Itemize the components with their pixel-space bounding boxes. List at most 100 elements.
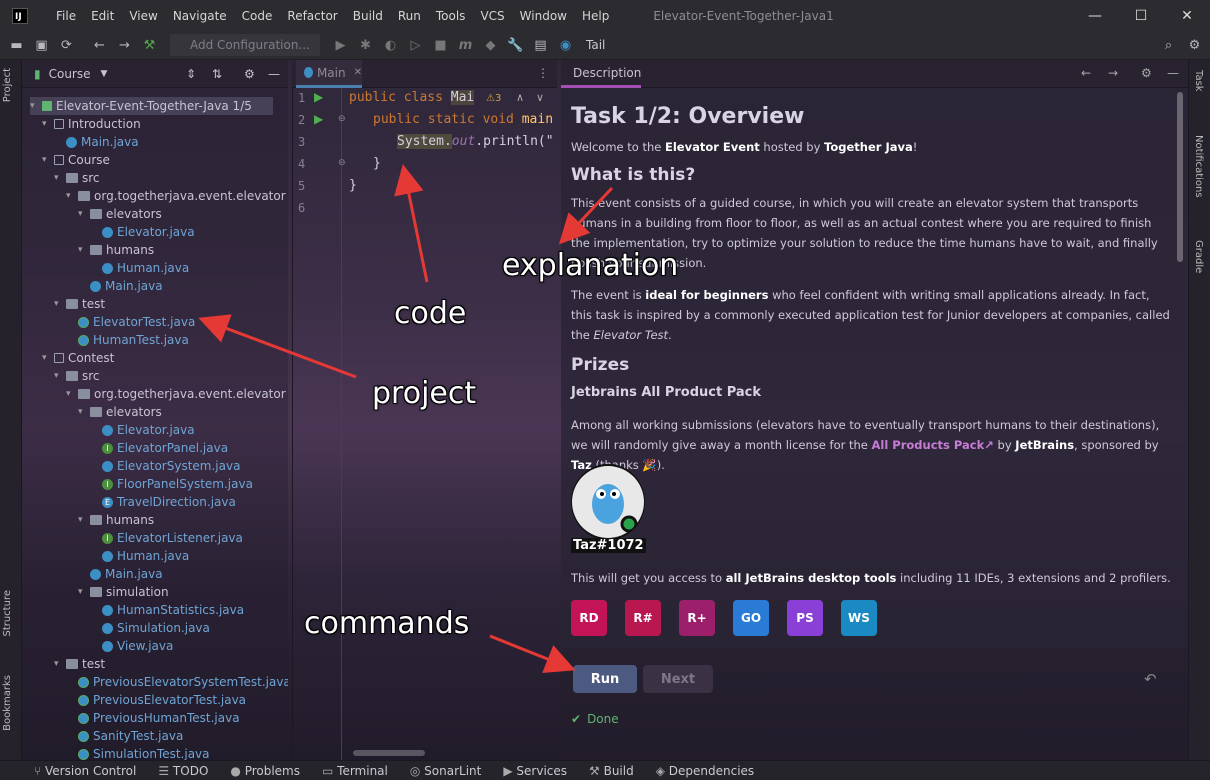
- expand-toggle-icon[interactable]: ▾: [42, 155, 54, 165]
- stop-icon[interactable]: ■: [428, 38, 453, 53]
- expand-toggle-icon[interactable]: ▾: [30, 101, 42, 111]
- fold-icon[interactable]: ⊖: [338, 114, 346, 124]
- tree-item[interactable]: ▾ Contest: [42, 349, 114, 367]
- code-line-3[interactable]: System.out.println(": [397, 134, 554, 149]
- wrench-icon[interactable]: 🔧: [503, 38, 528, 53]
- debug-icon[interactable]: ✱: [353, 38, 378, 53]
- tree-item[interactable]: ElevatorTest.java: [66, 313, 195, 331]
- chevron-down-icon[interactable]: ▼: [101, 69, 108, 79]
- tree-item[interactable]: ▾ src: [54, 169, 100, 187]
- statusbar-item[interactable]: ▶ Services: [503, 764, 567, 778]
- maximize-button[interactable]: ☐: [1118, 0, 1164, 31]
- expand-toggle-icon[interactable]: ▾: [78, 587, 90, 597]
- hide-panel-icon[interactable]: —: [1167, 66, 1179, 80]
- task-tool-tab[interactable]: Task: [1193, 70, 1204, 92]
- expand-toggle-icon[interactable]: ▾: [54, 659, 66, 669]
- structure-tool-tab[interactable]: Structure: [2, 590, 13, 637]
- expand-all-icon[interactable]: ⇅: [212, 67, 222, 81]
- tree-item[interactable]: ▾ Introduction: [42, 115, 141, 133]
- run-icon[interactable]: ▶: [328, 38, 353, 53]
- menu-item[interactable]: Code: [242, 9, 273, 23]
- statusbar-item[interactable]: ◈ Dependencies: [656, 764, 754, 778]
- tree-item[interactable]: ▾ src: [54, 367, 100, 385]
- previous-task-icon[interactable]: ←: [1081, 66, 1091, 80]
- tree-item[interactable]: ▾ elevators: [78, 205, 162, 223]
- menu-item[interactable]: Refactor: [287, 9, 337, 23]
- forward-icon[interactable]: →: [112, 38, 137, 53]
- close-tab-icon[interactable]: ✕: [354, 67, 362, 78]
- menu-item[interactable]: Build: [353, 9, 383, 23]
- run-button[interactable]: Run: [573, 665, 637, 693]
- run-main-gutter-icon[interactable]: ▶: [314, 112, 323, 126]
- add-configuration-dropdown[interactable]: Add Configuration...: [170, 34, 320, 56]
- tree-item[interactable]: Main.java: [54, 133, 139, 151]
- save-icon[interactable]: ▣: [29, 38, 54, 53]
- menu-item[interactable]: Tools: [436, 9, 466, 23]
- settings-gear-icon[interactable]: ⚙: [1182, 38, 1207, 53]
- tree-item[interactable]: Elevator.java: [90, 421, 195, 439]
- maven-icon[interactable]: m: [453, 38, 478, 53]
- horizontal-scrollbar[interactable]: [353, 750, 425, 756]
- tab-main[interactable]: Main ✕: [296, 60, 362, 88]
- tree-item[interactable]: Main.java: [78, 277, 163, 295]
- collapse-all-icon[interactable]: ⇕: [186, 67, 196, 81]
- notifications-tool-tab[interactable]: Notifications: [1193, 135, 1204, 198]
- panel-settings-icon[interactable]: ⚙: [1141, 66, 1152, 80]
- tail-icon[interactable]: ◉: [553, 38, 578, 53]
- menu-item[interactable]: VCS: [480, 9, 504, 23]
- expand-toggle-icon[interactable]: ▾: [54, 371, 66, 381]
- statusbar-item[interactable]: ▭ Terminal: [322, 764, 388, 778]
- fold-icon[interactable]: ⊖: [338, 158, 346, 168]
- more-tabs-icon[interactable]: ⋮: [537, 66, 549, 80]
- tree-item[interactable]: PreviousElevatorSystemTest.java: [66, 673, 288, 691]
- run-class-gutter-icon[interactable]: ▶: [314, 90, 323, 104]
- tree-item[interactable]: E TravelDirection.java: [90, 493, 236, 511]
- code-line-1[interactable]: public class Mai: [349, 90, 475, 105]
- tree-item[interactable]: Elevator.java: [90, 223, 195, 241]
- tree-item[interactable]: ▾ simulation: [78, 583, 169, 601]
- tree-item[interactable]: HumanTest.java: [66, 331, 189, 349]
- back-icon[interactable]: ←: [87, 38, 112, 53]
- expand-toggle-icon[interactable]: ▾: [42, 353, 54, 363]
- tree-item[interactable]: View.java: [90, 637, 173, 655]
- expand-toggle-icon[interactable]: ▾: [66, 191, 78, 201]
- tree-item[interactable]: ▾ humans: [78, 241, 154, 259]
- tree-item[interactable]: Simulation.java: [90, 619, 210, 637]
- reset-task-icon[interactable]: ↶: [1144, 670, 1157, 688]
- statusbar-item[interactable]: ☰ TODO: [158, 764, 208, 778]
- minimize-button[interactable]: —: [1072, 0, 1118, 31]
- expand-toggle-icon[interactable]: ▾: [78, 407, 90, 417]
- next-task-icon[interactable]: →: [1108, 66, 1118, 80]
- close-button[interactable]: ✕: [1164, 0, 1210, 31]
- tree-item[interactable]: ▾ Course: [42, 151, 110, 169]
- expand-toggle-icon[interactable]: ▾: [54, 173, 66, 183]
- project-tool-tab[interactable]: Project: [2, 68, 13, 102]
- gradle-tool-tab[interactable]: Gradle: [1193, 240, 1204, 273]
- tree-item[interactable]: ▾ elevators: [78, 403, 162, 421]
- expand-toggle-icon[interactable]: ▾: [78, 209, 90, 219]
- warning-count[interactable]: ⚠3: [486, 93, 501, 104]
- panel-settings-icon[interactable]: ⚙: [244, 67, 255, 81]
- tree-item[interactable]: I ElevatorPanel.java: [90, 439, 228, 457]
- hide-panel-icon[interactable]: —: [268, 67, 280, 81]
- statusbar-item[interactable]: ● Problems: [230, 764, 300, 778]
- code-line-2[interactable]: public static void main: [373, 112, 553, 127]
- tree-item[interactable]: ▾ test: [54, 655, 105, 673]
- statusbar-item[interactable]: ⑂ Version Control: [34, 764, 136, 778]
- menu-item[interactable]: Edit: [91, 9, 114, 23]
- code-line-5[interactable]: }: [349, 178, 357, 193]
- chevron-down-icon[interactable]: ∨: [536, 91, 544, 104]
- coverage-icon[interactable]: ◐: [378, 38, 403, 53]
- expand-toggle-icon[interactable]: ▾: [42, 119, 54, 129]
- tree-item[interactable]: HumanStatistics.java: [90, 601, 244, 619]
- tree-item[interactable]: ▾ Elevator-Event-Together-Java 1/5: [30, 97, 273, 115]
- menu-item[interactable]: Window: [520, 9, 567, 23]
- menu-item[interactable]: Navigate: [173, 9, 227, 23]
- tree-item[interactable]: SimulationTest.java: [66, 745, 210, 760]
- bookmarks-tool-tab[interactable]: Bookmarks: [2, 675, 13, 731]
- expand-toggle-icon[interactable]: ▾: [78, 245, 90, 255]
- run-profile-icon[interactable]: ▷: [403, 38, 428, 53]
- tree-item[interactable]: Main.java: [78, 565, 163, 583]
- expand-toggle-icon[interactable]: ▾: [66, 389, 78, 399]
- tree-item[interactable]: Human.java: [90, 547, 189, 565]
